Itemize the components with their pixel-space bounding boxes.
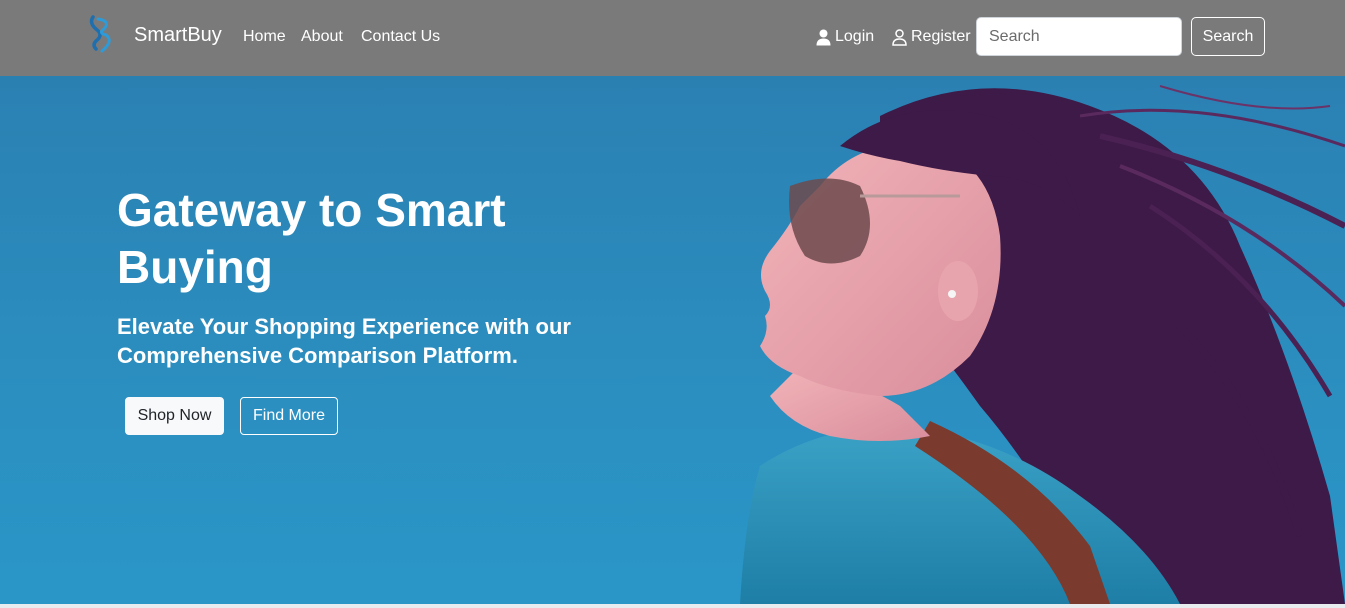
find-more-button[interactable]: Find More xyxy=(240,397,338,435)
login-label: Login xyxy=(835,28,875,45)
login-link[interactable]: Login xyxy=(816,28,874,46)
search-input[interactable] xyxy=(976,17,1182,56)
hero-subtitle: Elevate Your Shopping Experience with ou… xyxy=(117,314,571,368)
brand-name[interactable]: SmartBuy xyxy=(134,24,222,47)
register-link[interactable]: Register xyxy=(892,28,971,46)
page-bottom-divider xyxy=(0,604,1345,608)
nav-link-about[interactable]: About xyxy=(301,28,343,46)
nav-link-home[interactable]: Home xyxy=(243,28,286,46)
smartbuy-logo-icon[interactable] xyxy=(86,14,116,54)
hero-banner: Gateway to Smart Buying Elevate Your Sho… xyxy=(0,76,1345,604)
user-outline-icon xyxy=(892,28,907,46)
register-label: Register xyxy=(911,28,971,45)
nav-link-contact-us[interactable]: Contact Us xyxy=(361,28,440,46)
navbar: SmartBuy Home About Contact Us Login Reg… xyxy=(0,0,1345,76)
user-solid-icon xyxy=(816,29,831,45)
hero-title: Gateway to Smart Buying xyxy=(117,184,506,293)
shop-now-button[interactable]: Shop Now xyxy=(125,397,224,435)
search-button[interactable]: Search xyxy=(1191,17,1265,56)
